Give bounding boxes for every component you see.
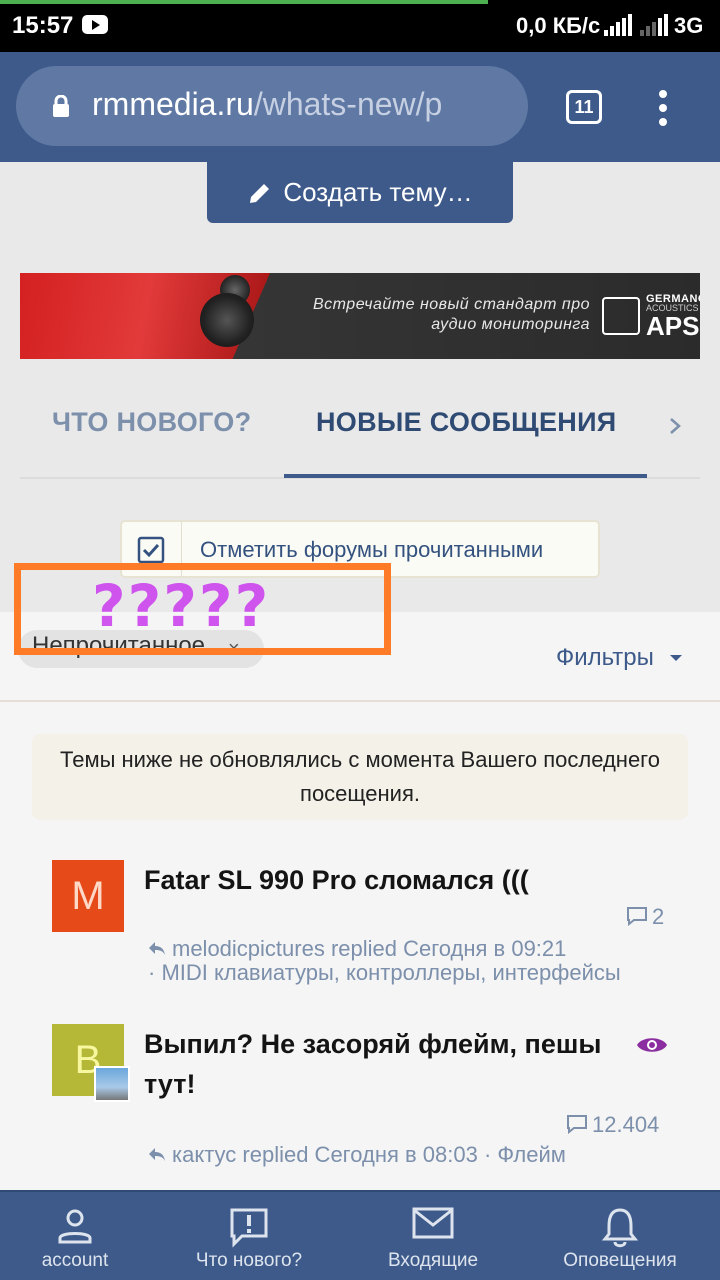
pencil-icon <box>250 183 270 203</box>
status-bar: 15:57 0,0 КБ/с 3G <box>0 0 720 52</box>
brand-mark-icon <box>602 297 640 335</box>
nav-notifications-label: Оповещения <box>563 1250 677 1271</box>
tab-new-posts[interactable]: НОВЫЕ СООБЩЕНИЯ <box>316 407 617 438</box>
alert-message-icon <box>230 1208 268 1248</box>
reply-arrow-icon <box>149 942 165 955</box>
banner-text: Встречайте новый стандарт про аудио мони… <box>312 296 590 333</box>
last-poster-avatar[interactable] <box>94 1066 130 1102</box>
annotation-question-marks: ????? <box>92 572 271 640</box>
thread-meta: кактус replied Сегодня в 08:03 · Флейм <box>148 1142 566 1167</box>
thread-forum-link[interactable]: · MIDI клавиатуры, контроллеры, интерфей… <box>148 960 621 985</box>
banner-woofer <box>200 293 254 347</box>
mail-icon <box>412 1207 454 1239</box>
address-bar[interactable]: rmmedia.ru/whats-new/p <box>16 66 528 146</box>
bell-icon <box>601 1208 639 1248</box>
create-thread-button[interactable]: Создать тему… <box>207 162 513 223</box>
lock-icon <box>53 95 69 117</box>
filters-dropdown[interactable]: Фильтры <box>556 644 654 672</box>
nav-account-label: account <box>41 1250 109 1271</box>
thread-title[interactable]: Fatar SL 990 Pro сломался ((( <box>144 860 529 900</box>
reply-arrow-icon <box>149 1148 165 1161</box>
reply-count: 2 <box>626 904 664 930</box>
thread-meta: melodicpictures replied Сегодня в 09:21 <box>148 936 566 961</box>
nav-inbox-label: Входящие <box>387 1250 479 1271</box>
active-tab-indicator <box>284 474 647 478</box>
account-icon <box>58 1209 92 1244</box>
comment-icon <box>627 907 647 926</box>
last-reply-link[interactable]: кактус replied Сегодня в 08:03 · Флейм <box>172 1142 566 1167</box>
thread-title-line1: Выпил? Не засоряй флейм, пешы <box>144 1029 602 1059</box>
create-thread-label: Создать тему… <box>283 177 473 207</box>
page-load-progress <box>0 0 488 4</box>
mark-read-label: Отметить форумы прочитанными <box>200 537 544 562</box>
ad-banner[interactable]: Встречайте новый стандарт про аудио мони… <box>20 273 700 359</box>
thread-title[interactable]: Выпил? Не засоряй флейм, пешы тут! <box>144 1024 601 1104</box>
unread-notice: Темы ниже не обновлялись с момента Вашег… <box>32 734 688 820</box>
section-tabs: ЧТО НОВОГО? НОВЫЕ СООБЩЕНИЯ <box>20 395 700 479</box>
nav-whats-new-label: Что нового? <box>195 1250 303 1271</box>
caret-down-icon[interactable] <box>670 654 682 662</box>
comment-icon <box>567 1115 587 1134</box>
avatar[interactable]: M <box>52 860 124 932</box>
tab-whats-new[interactable]: ЧТО НОВОГО? <box>52 407 251 438</box>
network-speed: 0,0 КБ/с <box>516 13 601 38</box>
nav-notifications[interactable]: Оповещения <box>548 1192 692 1280</box>
youtube-notification-icon <box>82 15 108 34</box>
status-time: 15:57 <box>12 12 74 39</box>
url-text: rmmedia.ru/whats-new/p <box>92 86 443 122</box>
signal-icon <box>604 14 632 36</box>
browser-menu-icon[interactable] <box>658 90 668 130</box>
checkbox-checked-icon <box>137 536 165 564</box>
network-type: 3G <box>674 13 704 38</box>
nav-whats-new[interactable]: Что нового? <box>170 1192 328 1280</box>
banner-brand-logo: GERMANO ACOUSTICS APS <box>602 291 700 341</box>
thread-title-line2: тут! <box>144 1069 196 1099</box>
reply-count: 12.404 <box>566 1112 659 1138</box>
bottom-navigation: account Что нового? Входящие Оповещения <box>0 1190 720 1280</box>
chevron-right-icon[interactable] <box>666 415 684 437</box>
browser-toolbar: rmmedia.ru/whats-new/p 11 <box>0 52 720 162</box>
nav-account[interactable]: account <box>0 1192 150 1280</box>
tab-switcher-button[interactable]: 11 <box>566 90 602 124</box>
brand-product: APS <box>646 311 700 341</box>
eye-icon[interactable] <box>636 1034 668 1056</box>
signal-icon-2 <box>640 14 668 36</box>
nav-inbox[interactable]: Входящие <box>360 1192 506 1280</box>
last-reply-link[interactable]: melodicpictures replied Сегодня в 09:21 <box>172 936 566 961</box>
